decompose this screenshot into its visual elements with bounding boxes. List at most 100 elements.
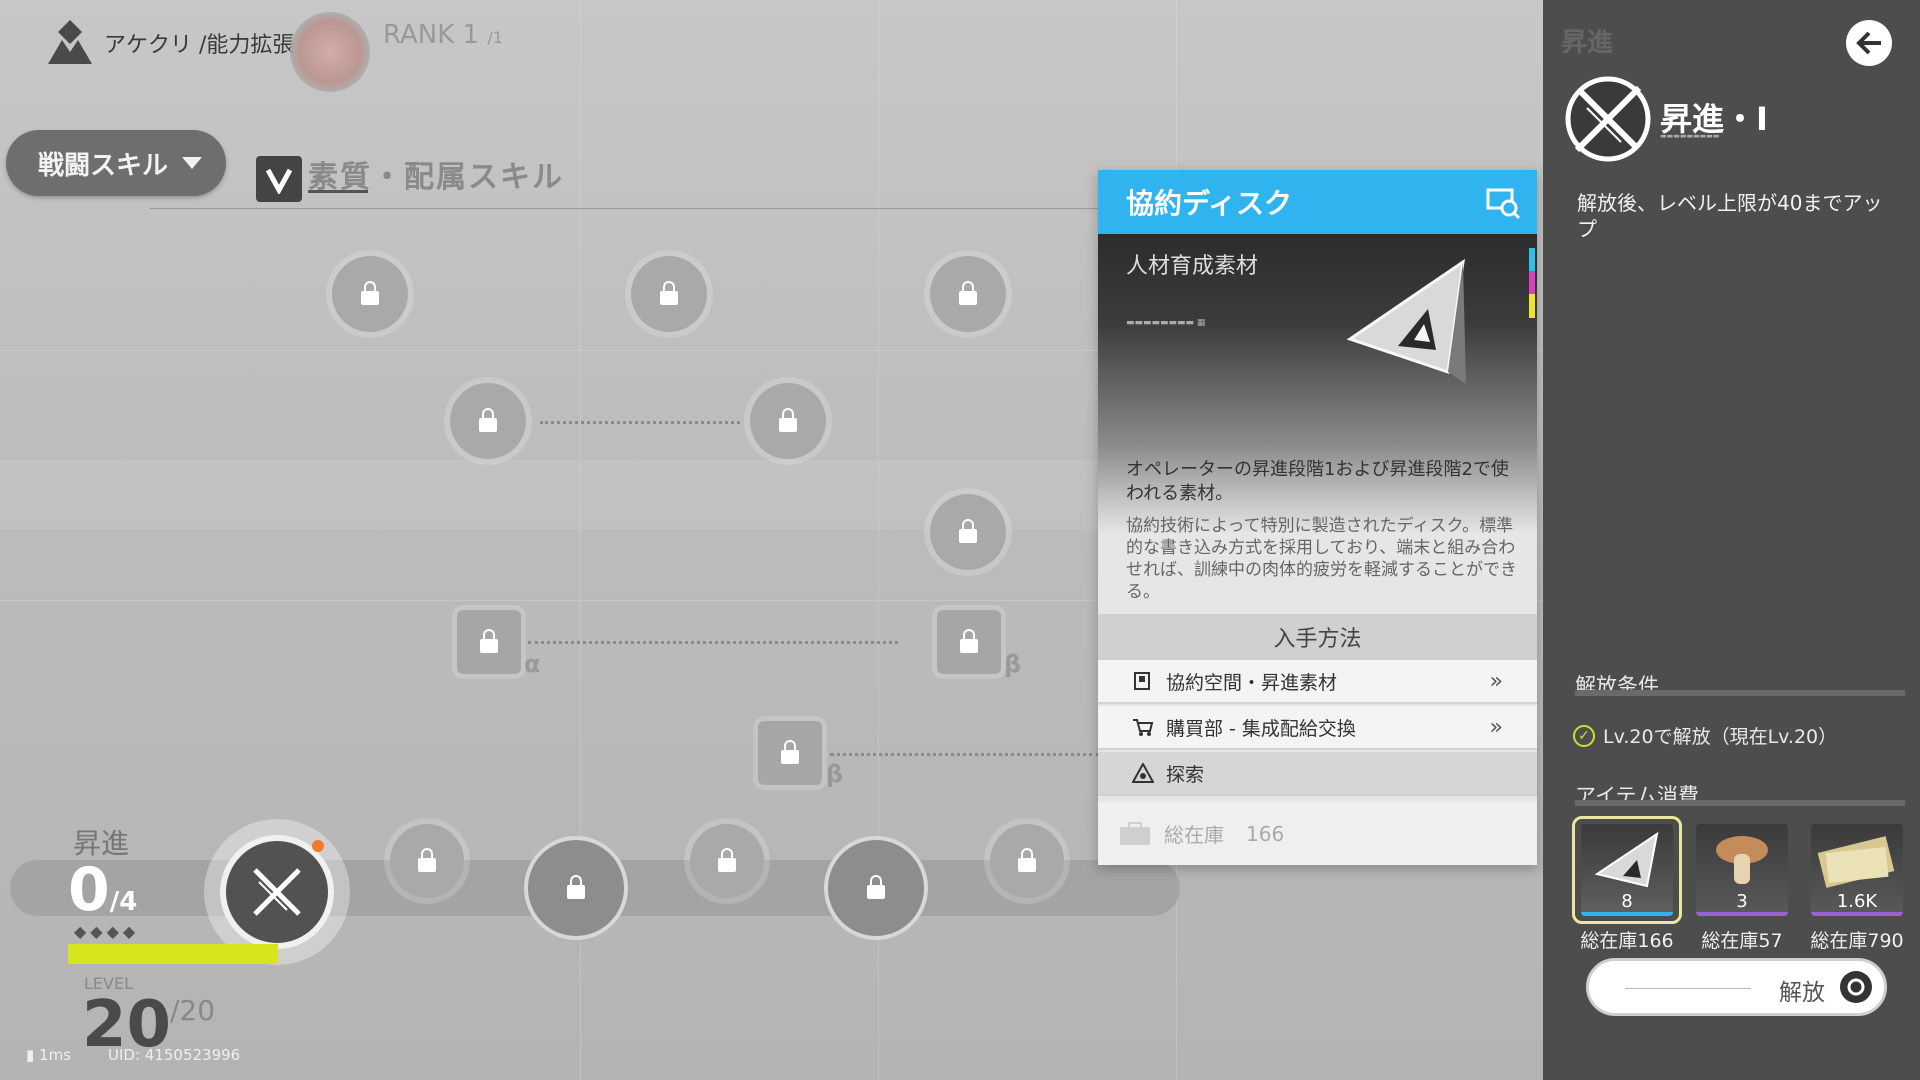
lock-icon — [567, 875, 585, 899]
rarity-bar — [1696, 912, 1788, 916]
crossed-blades-icon — [253, 868, 301, 916]
item-count: 3 — [1736, 891, 1748, 912]
item-stock-label: 総在庫790 — [1810, 930, 1904, 952]
chevron-right-icon: » — [1489, 714, 1503, 740]
disk-item-icon — [1346, 258, 1466, 384]
condition-row: ✓ Lv.20で解放（現在Lv.20） — [1573, 722, 1837, 749]
lock-icon — [1018, 848, 1036, 872]
v-mark-icon — [265, 168, 293, 194]
panel-title-decoration: ▬▬▬▬▬▬▬▬▬ — [1660, 132, 1720, 140]
source-header: 入手方法 — [1098, 614, 1537, 660]
rank-emblem-icon — [290, 12, 370, 92]
rarity-bar — [1581, 912, 1673, 916]
inventory-icon — [1120, 821, 1150, 845]
filter-toggle-button[interactable] — [256, 156, 302, 202]
alpha-marker: α — [524, 650, 541, 678]
signal-icon: ▮ — [26, 1046, 35, 1064]
ping-value: 1ms — [39, 1046, 72, 1064]
ascension-count: 0/4 — [68, 855, 137, 925]
item-count: 8 — [1621, 891, 1633, 912]
locked-stat-node[interactable] — [990, 824, 1064, 898]
locked-ascension-node[interactable] — [824, 836, 928, 940]
source-row[interactable]: 探索 — [1098, 752, 1537, 796]
item-lookup-button[interactable] — [1485, 184, 1521, 220]
item-slot-disk[interactable]: 8 — [1581, 824, 1673, 916]
source-row[interactable]: 協約空間・昇進素材 » — [1098, 660, 1537, 704]
lock-icon — [361, 281, 379, 305]
operator-logo-icon — [48, 20, 92, 64]
item-category: 人材育成素材 — [1126, 254, 1259, 279]
source-label: 探索 — [1166, 763, 1205, 786]
lock-icon — [479, 408, 497, 432]
connector-line — [540, 421, 740, 424]
stock-value: 166 — [1246, 821, 1285, 846]
locked-ascension-node[interactable] — [524, 836, 628, 940]
source-label: 協約空間・昇進素材 — [1166, 671, 1338, 694]
uid-label: UID: 4150523996 — [108, 1046, 241, 1064]
ascension-panel: 昇進 昇進・Ⅰ ▬▬▬▬▬▬▬▬▬ 解放後、レベル上限が40までアップ 解放条件… — [1543, 0, 1920, 1080]
chevron-down-icon — [182, 157, 203, 169]
locked-skill-node[interactable] — [450, 383, 526, 459]
release-label: 解放 — [1779, 980, 1825, 1006]
item-stock: 総在庫 166 — [1098, 802, 1537, 865]
breadcrumb-text: アケクリ /能力拡張 — [104, 33, 295, 58]
skill-type-label: 戦闘スキル — [38, 150, 169, 181]
ping-indicator: ▮ 1ms — [26, 1046, 71, 1064]
rank-max: /1 — [487, 28, 503, 47]
arrow-left-icon — [1856, 31, 1881, 55]
locked-skill-node[interactable] — [631, 256, 707, 332]
connector-line — [830, 753, 1100, 756]
item-slot-mushroom[interactable]: 3 — [1696, 824, 1788, 916]
item-slot-money[interactable]: 1.6K — [1811, 824, 1903, 916]
serial-decoration: ▬▬▬▬▬▬▬▬ ▦ — [1126, 318, 1206, 328]
release-decoration — [1625, 988, 1751, 989]
filter-underline — [308, 190, 368, 193]
locked-skill-node[interactable] — [930, 494, 1006, 570]
rarity-stripe — [1529, 248, 1535, 318]
lock-icon — [660, 281, 678, 305]
panel-ghost-title: 昇進 — [1561, 28, 1614, 58]
rank-label: RANK 1 /1 — [383, 20, 503, 50]
condition-text: Lv.20で解放（現在Lv.20） — [1603, 726, 1838, 748]
ascension-pips: ◆◆◆◆ — [74, 922, 140, 941]
lock-icon — [718, 848, 736, 872]
ascension-max: /4 — [109, 887, 138, 917]
lock-icon — [959, 281, 977, 305]
connector-line — [528, 641, 898, 644]
back-button[interactable] — [1846, 20, 1892, 66]
item-count: 1.6K — [1836, 891, 1878, 912]
locked-talent-node[interactable] — [937, 610, 1001, 674]
lock-icon — [867, 875, 885, 899]
release-button[interactable]: 解放 — [1586, 958, 1887, 1016]
magnify-card-icon — [1486, 188, 1521, 220]
beta-marker: β — [1004, 650, 1022, 678]
skill-type-dropdown[interactable]: 戦闘スキル — [6, 130, 226, 196]
confirm-icon — [1840, 971, 1872, 1003]
item-stock-label: 総在庫57 — [1701, 930, 1783, 952]
locked-skill-node[interactable] — [930, 256, 1006, 332]
source-row[interactable]: 購買部 - 集成配給交換 » — [1098, 706, 1537, 750]
item-detail-card: 協約ディスク 人材育成素材 ▬▬▬▬▬▬▬▬ ▦ オペレーターの昇進段階1および… — [1098, 170, 1537, 865]
lock-icon — [959, 519, 977, 543]
current-ascension-node[interactable] — [220, 835, 334, 949]
locked-talent-node[interactable] — [758, 721, 822, 785]
locked-skill-node[interactable] — [750, 383, 826, 459]
locked-stat-node[interactable] — [690, 824, 764, 898]
locked-stat-node[interactable] — [390, 824, 464, 898]
chevron-right-icon: » — [1489, 668, 1503, 694]
item-card-header: 協約ディスク — [1098, 170, 1537, 234]
level-max: /20 — [170, 994, 216, 1027]
source-label: 購買部 - 集成配給交換 — [1166, 717, 1356, 740]
stock-label: 総在庫 — [1164, 823, 1224, 847]
locked-skill-node[interactable] — [332, 256, 408, 332]
cart-icon — [1133, 719, 1154, 736]
item-stock-label: 総在庫166 — [1580, 930, 1674, 952]
ascension-emblem-icon — [1565, 76, 1651, 162]
panel-description: 解放後、レベル上限が40までアップ — [1577, 191, 1883, 241]
explore-icon — [1132, 763, 1154, 783]
breadcrumb: アケクリ /能力拡張 — [42, 18, 294, 68]
lock-icon — [960, 629, 978, 653]
flag-icon — [1134, 672, 1150, 690]
locked-talent-node[interactable] — [457, 610, 521, 674]
lock-icon — [779, 408, 797, 432]
